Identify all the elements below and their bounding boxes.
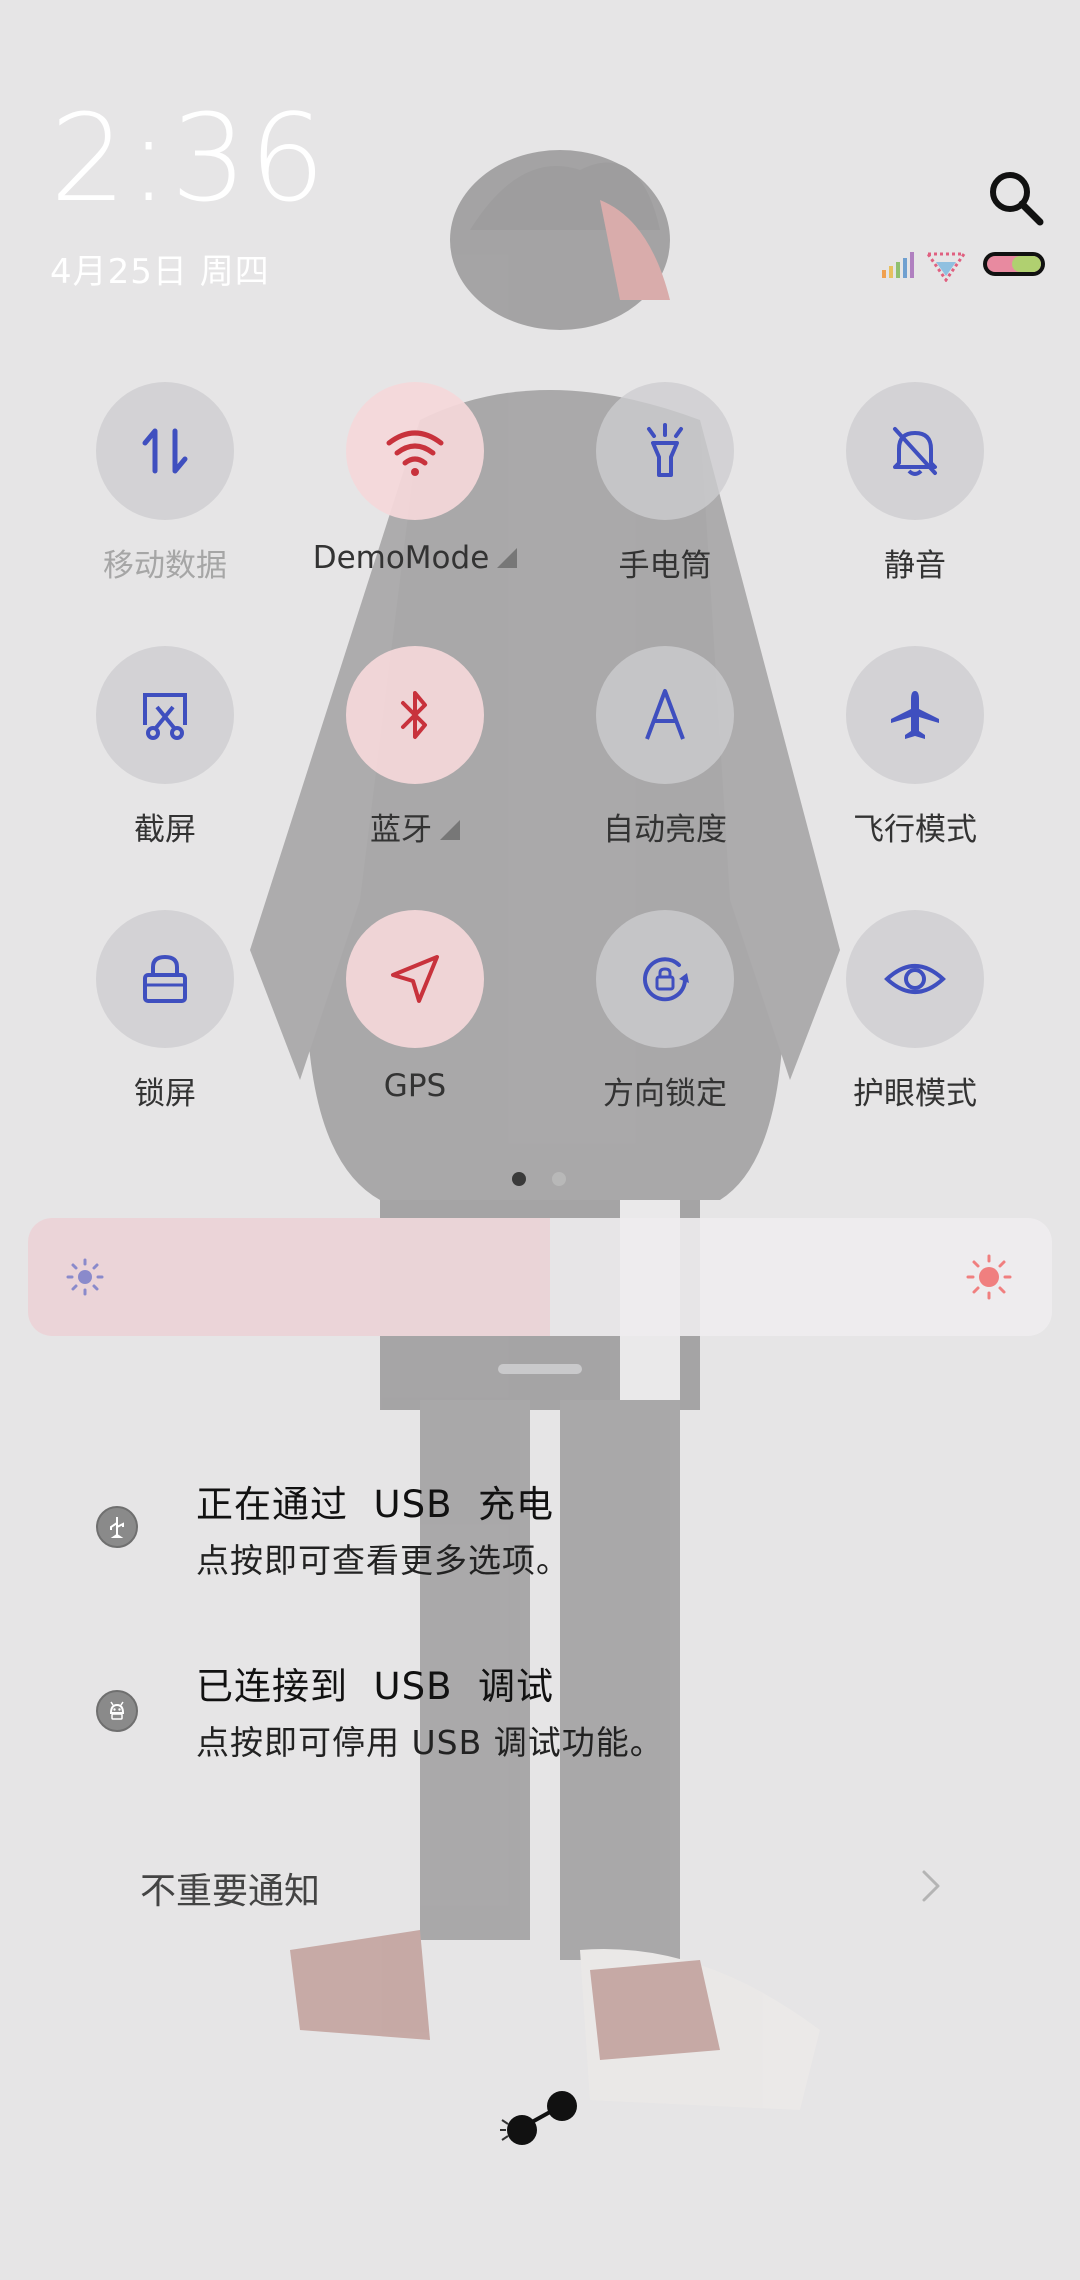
tile-label: 截屏 xyxy=(134,812,196,848)
expand-triangle-icon xyxy=(440,820,460,840)
tile-gps[interactable]: GPS xyxy=(290,910,540,1110)
mute-icon xyxy=(846,382,984,520)
tile-wifi[interactable]: DemoMode xyxy=(290,382,540,582)
notification-title: 已连接到 USB 调试 xyxy=(196,1665,554,1708)
android-debug-icon xyxy=(96,1690,138,1732)
tile-label: 静音 xyxy=(884,548,946,584)
chevron-right-icon[interactable] xyxy=(910,1866,950,1906)
tile-label: 锁屏 xyxy=(134,1076,196,1112)
mobile-data-icon xyxy=(96,382,234,520)
tile-label: 护眼模式 xyxy=(853,1076,977,1112)
tile-label: 移动数据 xyxy=(103,548,227,584)
eye-icon xyxy=(846,910,984,1048)
tile-airplane-mode[interactable]: 飞行模式 xyxy=(790,646,1040,848)
airplane-icon xyxy=(846,646,984,784)
wifi-icon xyxy=(346,382,484,520)
tile-label: 自动亮度 xyxy=(603,812,727,848)
auto-brightness-icon xyxy=(596,646,734,784)
brightness-high-icon xyxy=(966,1254,1012,1300)
tile-lock-screen[interactable]: 锁屏 xyxy=(40,910,290,1112)
brightness-slider[interactable] xyxy=(28,1218,1052,1336)
clock-time: 2:36 xyxy=(50,90,328,229)
screenshot-icon xyxy=(96,646,234,784)
tile-flashlight[interactable]: 手电筒 xyxy=(540,382,790,584)
search-icon[interactable] xyxy=(984,166,1048,230)
tile-mute[interactable]: 静音 xyxy=(790,382,1040,584)
tile-screenshot[interactable]: 截屏 xyxy=(40,646,290,848)
notification-title: 正在通过 USB 充电 xyxy=(196,1483,554,1526)
expand-triangle-icon xyxy=(497,548,518,568)
status-bar-icons xyxy=(882,252,1045,282)
drag-handle[interactable] xyxy=(498,1364,582,1374)
tile-rotation-lock[interactable]: 方向锁定 xyxy=(540,910,790,1112)
tile-bluetooth[interactable]: 蓝牙 xyxy=(290,646,540,849)
tile-label: 手电筒 xyxy=(618,548,712,584)
battery-icon xyxy=(983,252,1045,276)
wallpaper-illustration xyxy=(250,150,840,2110)
tile-mobile-data[interactable]: 移动数据 xyxy=(40,382,290,584)
floating-ball-icon[interactable] xyxy=(490,2080,590,2150)
flashlight-icon xyxy=(596,382,734,520)
bluetooth-icon xyxy=(346,646,484,784)
tile-label: GPS xyxy=(383,1068,447,1104)
tile-label: 蓝牙 xyxy=(290,804,540,849)
brightness-level-fill xyxy=(28,1218,551,1336)
signal-icon xyxy=(882,252,914,278)
date-text: 4月25日 周四 xyxy=(50,252,270,292)
usb-icon xyxy=(96,1506,138,1548)
tile-auto-brightness[interactable]: 自动亮度 xyxy=(540,646,790,848)
pager-dot-active xyxy=(512,1172,526,1186)
rotation-lock-icon xyxy=(596,910,734,1048)
tile-label: 飞行模式 xyxy=(853,812,977,848)
pager-dot xyxy=(552,1172,566,1186)
lock-icon xyxy=(96,910,234,1048)
location-icon xyxy=(346,910,484,1048)
notification-text: 点按即可查看更多选项。 xyxy=(196,1541,570,1580)
wifi-icon xyxy=(925,252,967,282)
unimportant-notifications-link[interactable]: 不重要通知 xyxy=(140,1862,320,1914)
tile-label: DemoMode xyxy=(290,540,540,576)
brightness-low-icon xyxy=(66,1258,104,1296)
tile-label: 方向锁定 xyxy=(603,1076,727,1112)
tile-eye-comfort[interactable]: 护眼模式 xyxy=(790,910,1040,1112)
notification-text: 点按即可停用 USB 调试功能。 xyxy=(196,1723,664,1762)
